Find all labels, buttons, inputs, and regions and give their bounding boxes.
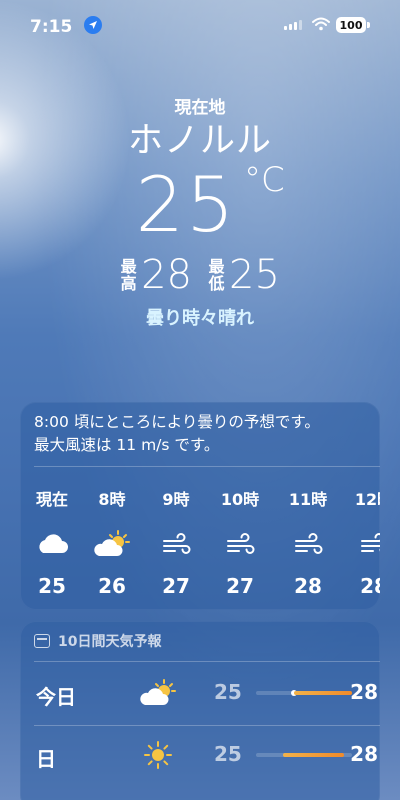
cellular-signal-icon: [284, 20, 302, 30]
hour-label: 10時: [220, 490, 260, 509]
wind-icon: [344, 526, 380, 562]
hour-label: 11時: [288, 490, 328, 509]
temp-range-fill: [282, 753, 345, 757]
low-label: 最低: [208, 257, 225, 293]
hour-temp: 28: [294, 574, 322, 598]
day-low-temp: 25: [214, 742, 242, 766]
hour-item: 8時 26: [82, 486, 142, 598]
ten-day-header: 10日間天気予報: [34, 631, 161, 651]
temperature-unit: °C: [244, 160, 285, 200]
high-low: 最高 28 最低 25: [0, 252, 400, 298]
hour-item: 10時 27: [210, 486, 270, 598]
calendar-icon: [34, 634, 50, 648]
partly-sunny-icon: [82, 526, 142, 562]
hour-label: 12時: [354, 490, 380, 509]
hour-label: 現在: [35, 490, 68, 509]
divider: [34, 661, 380, 662]
hour-label: 8時: [98, 490, 126, 509]
ten-day-forecast-card[interactable]: 10日間天気予報 今日 25 28 日 25 28: [20, 621, 380, 800]
weather-condition: 曇り時々晴れ: [146, 308, 254, 329]
divider: [34, 466, 380, 467]
sun-icon: [138, 737, 178, 773]
hour-temp: 25: [38, 574, 66, 598]
high-label: 最高: [120, 257, 137, 293]
battery-indicator: 100: [336, 17, 370, 33]
hourly-scroll[interactable]: 現在 25 8時 26 9時 27 10時 27 11時 28 12 2: [20, 486, 380, 606]
low-temp: 25: [229, 252, 280, 298]
forecast-day-row[interactable]: 日 25 28: [34, 731, 380, 781]
hour-temp: 27: [226, 574, 254, 598]
temp-range-bar: [256, 753, 352, 757]
day-high-temp: 28: [350, 742, 378, 766]
day-name: 今日: [36, 685, 76, 709]
temp-range-fill: [294, 691, 352, 695]
hour-label: 9時: [162, 490, 190, 509]
hour-item: 9時 27: [146, 486, 206, 598]
day-low-temp: 25: [214, 680, 242, 704]
high-temp: 28: [141, 252, 192, 298]
hour-temp: 26: [98, 574, 126, 598]
city-name: ホノルル: [127, 121, 272, 161]
low-temp-block: 最低 25: [208, 252, 280, 298]
temp-range-bar: [256, 690, 352, 696]
ten-day-title: 10日間天気予報: [58, 634, 162, 650]
hourly-forecast-card[interactable]: 8:00 頃にところにより曇りの予想です。 最大風速は 11 m/s です。 現…: [20, 402, 380, 610]
location-arrow-icon: [84, 16, 102, 34]
day-high-temp: 28: [350, 680, 378, 704]
current-temperature: 25: [135, 160, 237, 249]
hour-item: 12時 28: [344, 486, 380, 598]
summary-line-2: 最大風速は 11 m/s です。: [34, 436, 220, 454]
summary-line-1: 8:00 頃にところにより曇りの予想です。: [34, 413, 320, 431]
status-time: 7:15: [30, 17, 73, 37]
wind-icon: [210, 526, 270, 562]
high-temp-block: 最高 28: [120, 252, 192, 298]
current-temperature-block: 25 °C: [0, 160, 400, 249]
divider: [34, 725, 380, 726]
hour-temp: 28: [360, 574, 380, 598]
wind-icon: [146, 526, 206, 562]
wifi-icon: [312, 16, 330, 35]
forecast-day-row[interactable]: 今日 25 28: [34, 669, 380, 719]
hour-item: 現在 25: [22, 486, 82, 598]
cloud-icon: [22, 526, 82, 562]
status-bar: 7:15 100: [0, 14, 400, 40]
day-name: 日: [36, 747, 56, 771]
wind-icon: [278, 526, 338, 562]
partly-sunny-icon: [138, 675, 178, 711]
hour-item: 11時 28: [278, 486, 338, 598]
hour-temp: 27: [162, 574, 190, 598]
hourly-summary: 8:00 頃にところにより曇りの予想です。 最大風速は 11 m/s です。: [20, 402, 380, 457]
